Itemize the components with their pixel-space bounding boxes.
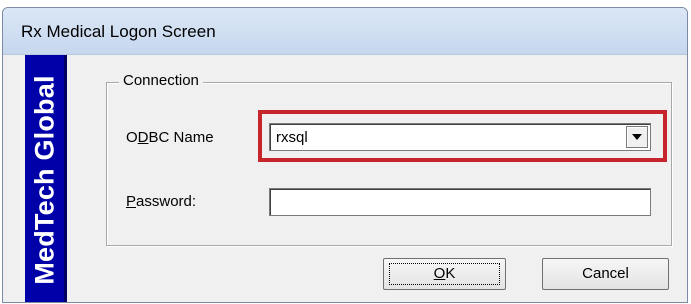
password-label: Password: — [126, 193, 196, 210]
odbc-label-part2: BC Name — [148, 129, 214, 146]
odbc-name-dropdown[interactable]: rxsql — [269, 123, 651, 151]
chevron-down-icon — [632, 134, 642, 140]
odbc-label-accelerator: D — [137, 129, 149, 146]
connection-legend: Connection — [119, 72, 203, 89]
window-title: Rx Medical Logon Screen — [21, 22, 216, 41]
ok-button-label: OK — [434, 265, 456, 282]
ok-accelerator: O — [433, 265, 446, 282]
odbc-name-label: ODBC Name — [126, 129, 214, 146]
brand-text: MedTech Global — [29, 74, 59, 285]
brand-banner: MedTech Global — [25, 55, 67, 302]
title-bar[interactable]: Rx Medical Logon Screen — [3, 8, 687, 55]
password-field[interactable] — [269, 188, 651, 216]
odbc-label-part1: O — [126, 129, 138, 146]
cancel-button-label: Cancel — [582, 265, 629, 282]
cancel-button[interactable]: Cancel — [542, 258, 669, 290]
ok-label-part2: K — [445, 265, 456, 282]
dialog-client-area: MedTech Global Connection ODBC Name rxsq… — [3, 55, 687, 302]
password-label-accelerator: P — [126, 193, 137, 210]
dropdown-button[interactable] — [626, 126, 648, 148]
logon-dialog: Rx Medical Logon Screen MedTech Global C… — [2, 7, 688, 303]
connection-groupbox: Connection — [106, 72, 672, 246]
ok-button[interactable]: OK — [383, 258, 506, 290]
password-label-part2: assword: — [136, 193, 197, 210]
odbc-selected-value: rxsql — [276, 129, 308, 146]
